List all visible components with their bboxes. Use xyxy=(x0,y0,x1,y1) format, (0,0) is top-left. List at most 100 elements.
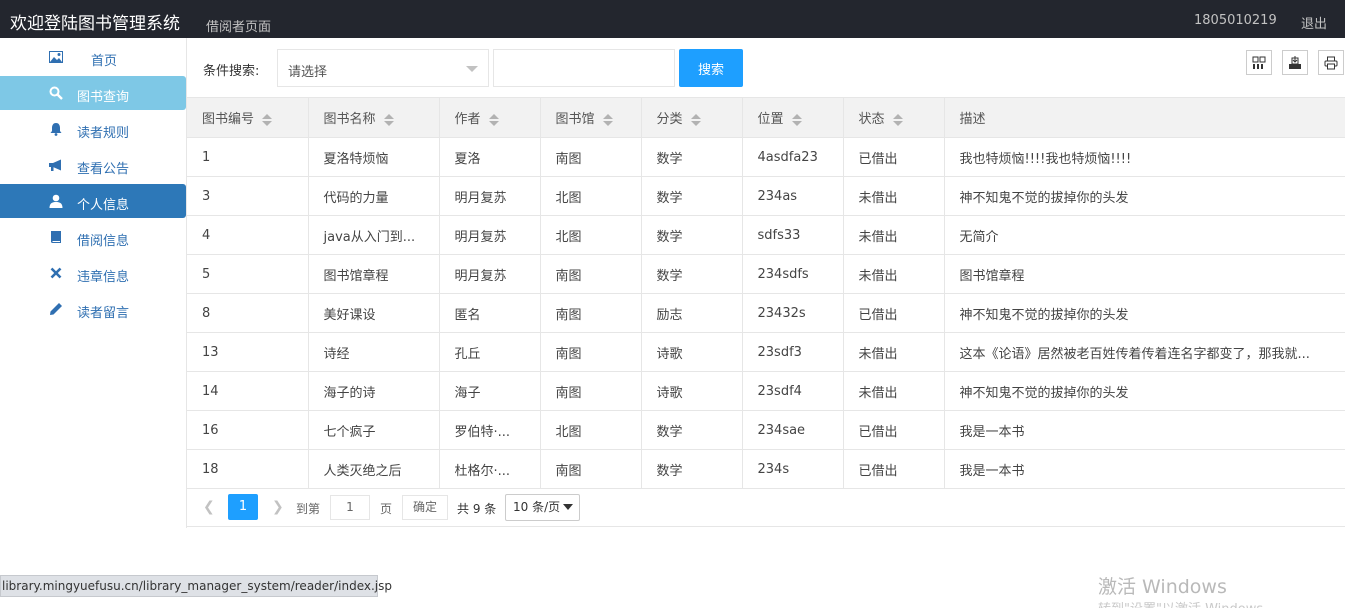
table-row[interactable]: 3 代码的力量 明月复苏 北图 数学 234as 未借出 神不知鬼不觉的拔掉你的… xyxy=(187,176,1345,216)
table-row[interactable]: 8 美好课设 匿名 南图 励志 23432s 已借出 神不知鬼不觉的拔掉你的头发 xyxy=(187,293,1345,333)
column-header: 描述 xyxy=(944,97,1345,138)
column-header[interactable]: 图书名称 xyxy=(308,97,440,138)
table-row[interactable]: 13 诗经 孔丘 南图 诗歌 23sdf3 未借出 这本《论语》居然被老百姓传着… xyxy=(187,332,1345,372)
total-count: 共 9 条 xyxy=(457,502,497,516)
top-header: 欢迎登陆图书管理系统 借阅者页面 1805010219 退出 xyxy=(0,0,1345,38)
column-header[interactable]: 位置 xyxy=(742,97,844,138)
column-header[interactable]: 状态 xyxy=(843,97,945,138)
browser-status-url: library.mingyuefusu.cn/library_manager_s… xyxy=(0,575,392,597)
cell-status: 已借出 xyxy=(843,293,945,333)
cell-status: 已借出 xyxy=(843,137,945,177)
user-id[interactable]: 1805010219 xyxy=(1194,13,1277,28)
chevron-down-icon xyxy=(563,504,573,510)
goto-confirm-button[interactable]: 确定 xyxy=(402,495,448,520)
logout-link[interactable]: 退出 xyxy=(1301,13,1327,32)
table-row[interactable]: 16 七个疯子 罗伯特·... 北图 数学 234sae 已借出 我是一本书 xyxy=(187,410,1345,450)
table-row[interactable]: 18 人类灭绝之后 杜格尔·... 南图 数学 234s 已借出 我是一本书 xyxy=(187,449,1345,489)
cell-location: 234sae xyxy=(742,410,844,450)
cell-location: 23sdf4 xyxy=(742,371,844,411)
book-icon xyxy=(48,229,64,245)
cell-category: 数学 xyxy=(641,215,743,255)
cell-title: 海子的诗 xyxy=(308,371,440,411)
columns-icon[interactable] xyxy=(1246,50,1272,75)
cell-author: 明月复苏 xyxy=(439,215,541,255)
cell-author: 孔丘 xyxy=(439,332,541,372)
table-row[interactable]: 1 夏洛特烦恼 夏洛 南图 数学 4asdfa23 已借出 我也特烦恼!!!!我… xyxy=(187,137,1345,177)
cell-library: 南图 xyxy=(540,137,642,177)
print-icon[interactable] xyxy=(1318,50,1344,75)
search-condition-select[interactable]: 请选择 xyxy=(277,49,489,87)
column-header[interactable]: 图书编号 xyxy=(187,97,309,138)
cell-id: 16 xyxy=(187,410,309,450)
column-header[interactable]: 图书馆 xyxy=(540,97,642,138)
cell-status: 未借出 xyxy=(843,332,945,372)
cell-title: 代码的力量 xyxy=(308,176,440,216)
search-icon xyxy=(48,85,64,101)
page-size-select[interactable]: 10 条/页 xyxy=(505,494,580,521)
close-icon xyxy=(48,265,64,281)
cell-location: sdfs33 xyxy=(742,215,844,255)
chevron-down-icon xyxy=(466,66,478,72)
cell-status: 已借出 xyxy=(843,449,945,489)
cell-location: 234s xyxy=(742,449,844,489)
table-row[interactable]: 4 java从入门到... 明月复苏 北图 数学 sdfs33 未借出 无简介 xyxy=(187,215,1345,255)
cell-author: 夏洛 xyxy=(439,137,541,177)
sidebar-item-label: 违章信息 xyxy=(77,270,130,285)
select-value: 请选择 xyxy=(288,65,328,80)
page-unit-label: 页 xyxy=(380,502,393,516)
cell-library: 南图 xyxy=(540,293,642,333)
cell-library: 南图 xyxy=(540,254,642,294)
cell-id: 4 xyxy=(187,215,309,255)
cell-location: 23sdf3 xyxy=(742,332,844,372)
page-current[interactable]: 1 xyxy=(228,494,258,520)
search-label: 条件搜索: xyxy=(203,64,260,79)
chevron-right-icon[interactable]: ❯ xyxy=(272,499,284,515)
sidebar-item-profile[interactable]: 个人信息 xyxy=(0,184,186,218)
search-input[interactable] xyxy=(493,49,675,87)
cell-description: 图书馆章程 xyxy=(944,254,1345,294)
image-icon xyxy=(48,49,64,65)
column-header[interactable]: 分类 xyxy=(641,97,743,138)
main-panel: 条件搜索: 请选择 搜索 图书编号 图书名称 作者 图书馆 分类 位置 状态 描… xyxy=(186,38,1345,528)
table-row[interactable]: 14 海子的诗 海子 南图 诗歌 23sdf4 未借出 神不知鬼不觉的拔掉你的头… xyxy=(187,371,1345,411)
sidebar-item-label: 查看公告 xyxy=(77,162,130,177)
table-row[interactable]: 5 图书馆章程 明月复苏 南图 数学 234sdfs 未借出 图书馆章程 xyxy=(187,254,1345,294)
cell-library: 北图 xyxy=(540,176,642,216)
sidebar: 首页 图书查询 读者规则 查看公告 个人信息 借阅信息 违章信息 读者留言 xyxy=(0,38,186,538)
sidebar-item-violations[interactable]: 违章信息 xyxy=(0,256,186,290)
cell-description: 我是一本书 xyxy=(944,449,1345,489)
cell-author: 海子 xyxy=(439,371,541,411)
sort-icon[interactable] xyxy=(262,113,273,126)
cell-id: 18 xyxy=(187,449,309,489)
sort-icon[interactable] xyxy=(602,113,613,126)
sidebar-item-borrow-info[interactable]: 借阅信息 xyxy=(0,220,186,254)
sort-icon[interactable] xyxy=(791,113,802,126)
page-number-input[interactable]: 1 xyxy=(330,495,370,520)
cell-location: 234as xyxy=(742,176,844,216)
sort-icon[interactable] xyxy=(383,113,394,126)
export-icon[interactable] xyxy=(1282,50,1308,75)
chevron-left-icon[interactable]: ❮ xyxy=(203,499,215,515)
cell-id: 14 xyxy=(187,371,309,411)
column-header[interactable]: 作者 xyxy=(439,97,541,138)
cell-location: 234sdfs xyxy=(742,254,844,294)
sort-icon[interactable] xyxy=(892,113,903,126)
cell-author: 匿名 xyxy=(439,293,541,333)
sort-icon[interactable] xyxy=(690,113,701,126)
sort-icon[interactable] xyxy=(488,113,499,126)
cell-description: 我也特烦恼!!!!我也特烦恼!!!! xyxy=(944,137,1345,177)
search-button[interactable]: 搜索 xyxy=(679,49,743,87)
sidebar-item-label: 借阅信息 xyxy=(77,234,130,249)
sidebar-item-messages[interactable]: 读者留言 xyxy=(0,292,186,326)
sidebar-item-book-search[interactable]: 图书查询 xyxy=(0,76,186,110)
sidebar-item-label: 个人信息 xyxy=(77,198,130,213)
cell-status: 已借出 xyxy=(843,410,945,450)
app-title: 欢迎登陆图书管理系统 xyxy=(10,14,180,34)
sidebar-item-home[interactable]: 首页 xyxy=(0,40,186,74)
sidebar-item-announcements[interactable]: 查看公告 xyxy=(0,148,186,182)
cell-description: 这本《论语》居然被老百姓传着传着连名字都变了，那我就... xyxy=(944,332,1345,372)
cell-title: 图书馆章程 xyxy=(308,254,440,294)
cell-id: 3 xyxy=(187,176,309,216)
sidebar-item-reader-rules[interactable]: 读者规则 xyxy=(0,112,186,146)
cell-library: 南图 xyxy=(540,332,642,372)
